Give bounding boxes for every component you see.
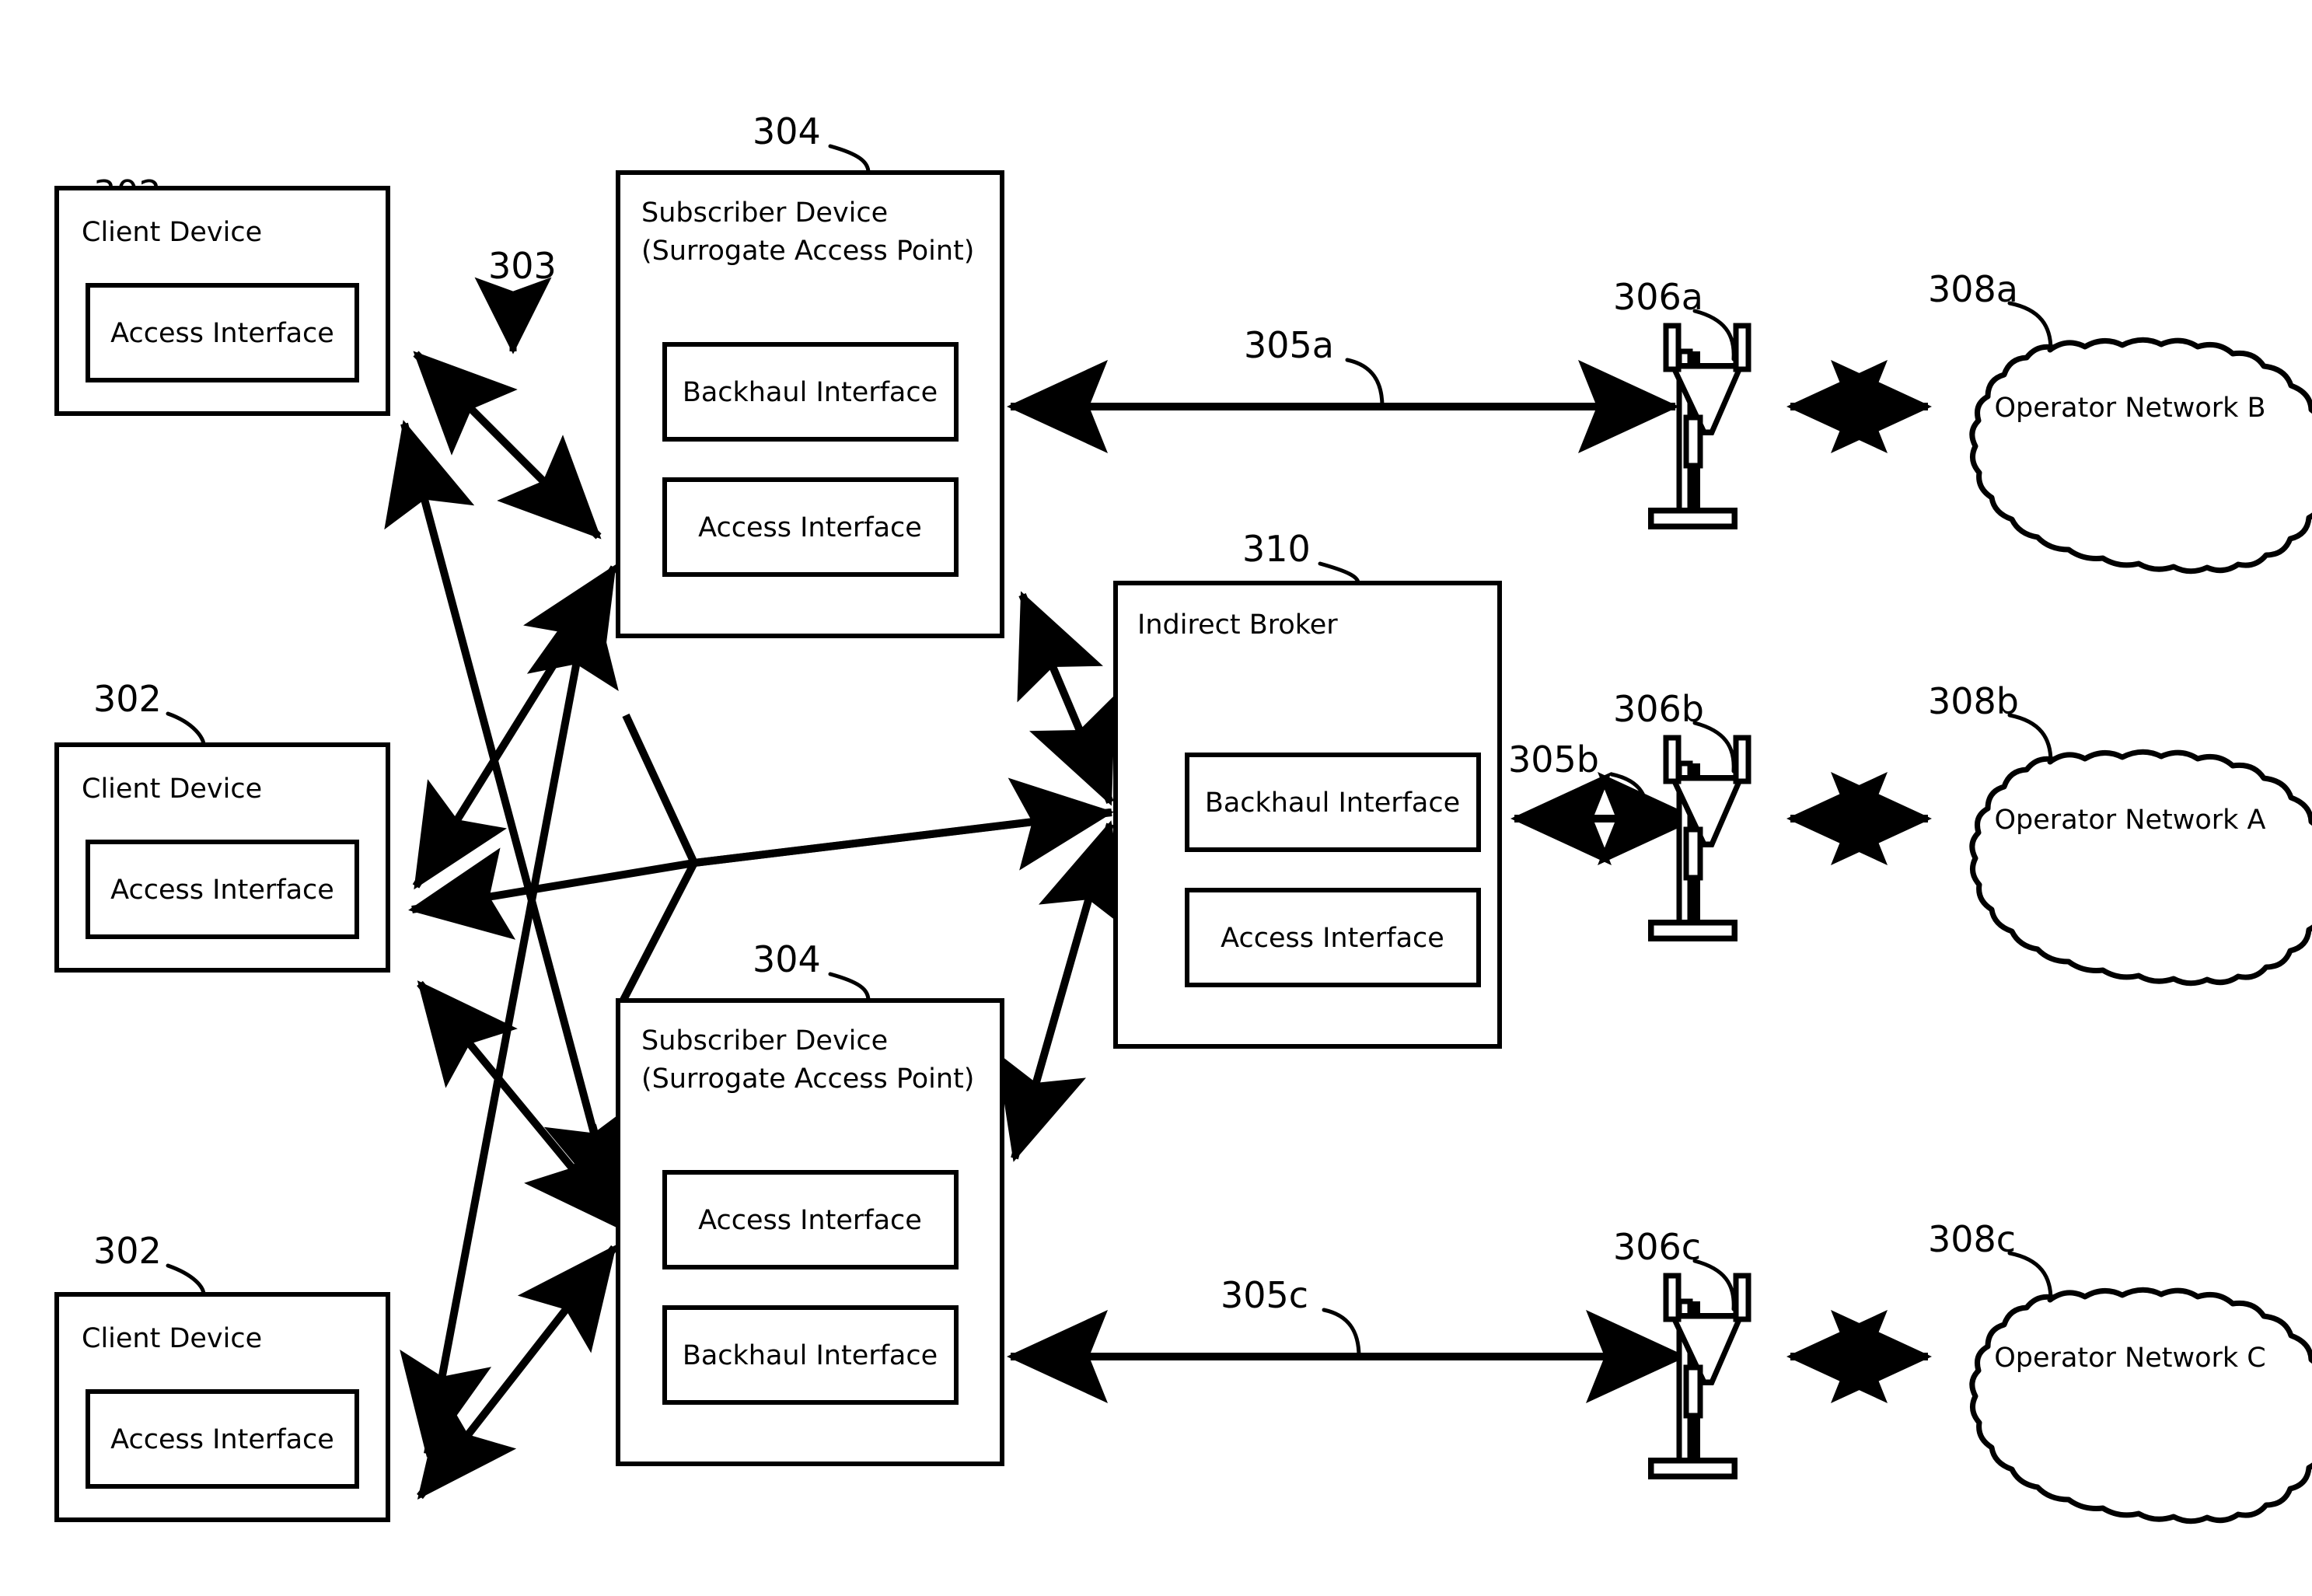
client-device-3-title: Client Device bbox=[82, 1323, 262, 1354]
backhaul-link-305a: 305a bbox=[1007, 324, 1679, 453]
ref-305c-label: 305c bbox=[1221, 1274, 1308, 1316]
ref-310-label: 310 bbox=[1242, 528, 1311, 570]
cloud-icon-b bbox=[1969, 749, 2312, 987]
client-device-3-access-interface-label: Access Interface bbox=[110, 1424, 334, 1455]
leader-line-306a bbox=[1692, 309, 1736, 361]
indirect-broker-access-interface-label: Access Interface bbox=[1221, 923, 1444, 954]
ref-308c-label: 308c bbox=[1928, 1218, 2016, 1260]
broker-link-sd2 bbox=[996, 820, 1129, 1162]
access-links-ref-303: 303 bbox=[474, 245, 557, 354]
leader-line-305b bbox=[1609, 772, 1649, 813]
operator-network-308b[interactable]: 308b Operator Network A bbox=[1928, 680, 2312, 987]
client-device-2[interactable]: 302 Client Device Access Interface bbox=[54, 678, 390, 973]
subscriber-device-1[interactable]: 304 Subscriber Device (Surrogate Access … bbox=[616, 110, 1004, 638]
ref-306b-label: 306b bbox=[1613, 688, 1704, 730]
operator-network-308c-label: Operator Network C bbox=[1994, 1343, 2266, 1374]
ref-306a-label: 306a bbox=[1613, 276, 1703, 318]
cell-tower-icon-a bbox=[1648, 323, 1751, 529]
broker-link-sd1 bbox=[1017, 591, 1116, 806]
client-device-2-title: Client Device bbox=[82, 774, 262, 805]
client-device-1-title: Client Device bbox=[82, 217, 262, 248]
client-device-1-access-interface-label: Access Interface bbox=[110, 318, 334, 349]
leader-line-302-b bbox=[166, 711, 206, 747]
subscriber-device-1-title-line2: (Surrogate Access Point) bbox=[641, 236, 974, 267]
ref-304-label-a: 304 bbox=[753, 110, 821, 152]
client-device-3[interactable]: 302 Client Device Access Interface bbox=[54, 1230, 390, 1522]
figure-canvas: 303 302 Client Device bbox=[0, 0, 2312, 1596]
operator-network-308c[interactable]: 308c Operator Network C bbox=[1928, 1218, 2312, 1524]
access-link-cd1-sd1 bbox=[413, 351, 602, 540]
subscriber-device-1-access-interface-label: Access Interface bbox=[698, 512, 922, 543]
subscriber-device-2-title-line1: Subscriber Device bbox=[641, 1025, 888, 1056]
ref-308a-label: 308a bbox=[1928, 268, 2018, 310]
leader-line-308a bbox=[2007, 301, 2053, 352]
indirect-broker-backhaul-interface-label: Backhaul Interface bbox=[1205, 788, 1460, 819]
subscriber-device-2-access-interface-label: Access Interface bbox=[698, 1205, 922, 1236]
client-device-2-access-interface-label: Access Interface bbox=[110, 875, 334, 906]
ref-305a-label: 305a bbox=[1244, 324, 1334, 366]
leader-line-304-a bbox=[828, 144, 871, 175]
leader-line-308b bbox=[2007, 713, 2053, 764]
network-diagram: 303 302 Client Device bbox=[54, 110, 2312, 1524]
indirect-broker[interactable]: 310 Indirect Broker Backhaul Interface A… bbox=[1113, 528, 1502, 1049]
ref-303-label: 303 bbox=[488, 245, 557, 287]
operator-network-308a[interactable]: 308a Operator Network B bbox=[1928, 268, 2312, 574]
leader-line-305c bbox=[1322, 1308, 1361, 1359]
operator-network-308a-label: Operator Network B bbox=[1994, 393, 2265, 424]
indirect-broker-title: Indirect Broker bbox=[1137, 609, 1338, 641]
subscriber-device-1-title-line1: Subscriber Device bbox=[641, 197, 888, 229]
junction-to-sd2 bbox=[618, 861, 698, 1005]
access-link-cd3-sd2 bbox=[417, 1245, 617, 1500]
ref-304-label-b: 304 bbox=[753, 938, 821, 980]
junction-spokes bbox=[618, 713, 698, 1005]
cell-tower-icon-b bbox=[1648, 735, 1751, 941]
ref-306c-label: 306c bbox=[1613, 1226, 1701, 1268]
cell-tower-icon-c bbox=[1648, 1273, 1751, 1479]
junction-to-sd1 bbox=[622, 713, 698, 865]
broker-link-junction bbox=[693, 777, 1114, 871]
subscriber-device-1-backhaul-interface-label: Backhaul Interface bbox=[683, 377, 938, 408]
client-device-1[interactable]: 302 Client Device Access Interface bbox=[54, 173, 390, 416]
backhaul-link-305c: 305c bbox=[1007, 1274, 1687, 1403]
leader-line-306b bbox=[1692, 721, 1736, 774]
cloud-icon-c bbox=[1969, 1287, 2312, 1524]
leader-line-308c bbox=[2007, 1251, 2053, 1302]
ref-308b-label: 308b bbox=[1928, 680, 2019, 722]
leader-line-305a bbox=[1345, 358, 1385, 409]
subscriber-device-2[interactable]: 304 Subscriber Device (Surrogate Access … bbox=[616, 938, 1004, 1466]
ref-305b-label: 305b bbox=[1508, 739, 1599, 781]
cloud-icon-a bbox=[1969, 337, 2312, 574]
subscriber-device-2-title-line2: (Surrogate Access Point) bbox=[641, 1063, 974, 1095]
leader-line-306c bbox=[1692, 1259, 1736, 1311]
tower-cloud-connectors bbox=[1786, 360, 1932, 1403]
leader-line-302-c bbox=[166, 1263, 206, 1297]
ref-302-label-c: 302 bbox=[93, 1230, 162, 1272]
operator-network-308b-label: Operator Network A bbox=[1995, 805, 2266, 836]
access-link-cd2-sd2 bbox=[417, 980, 625, 1231]
subscriber-device-2-backhaul-interface-label: Backhaul Interface bbox=[683, 1340, 938, 1371]
leader-line-310 bbox=[1318, 561, 1360, 585]
leader-line-304-b bbox=[828, 972, 871, 1003]
ref-302-label-b: 302 bbox=[93, 678, 162, 720]
